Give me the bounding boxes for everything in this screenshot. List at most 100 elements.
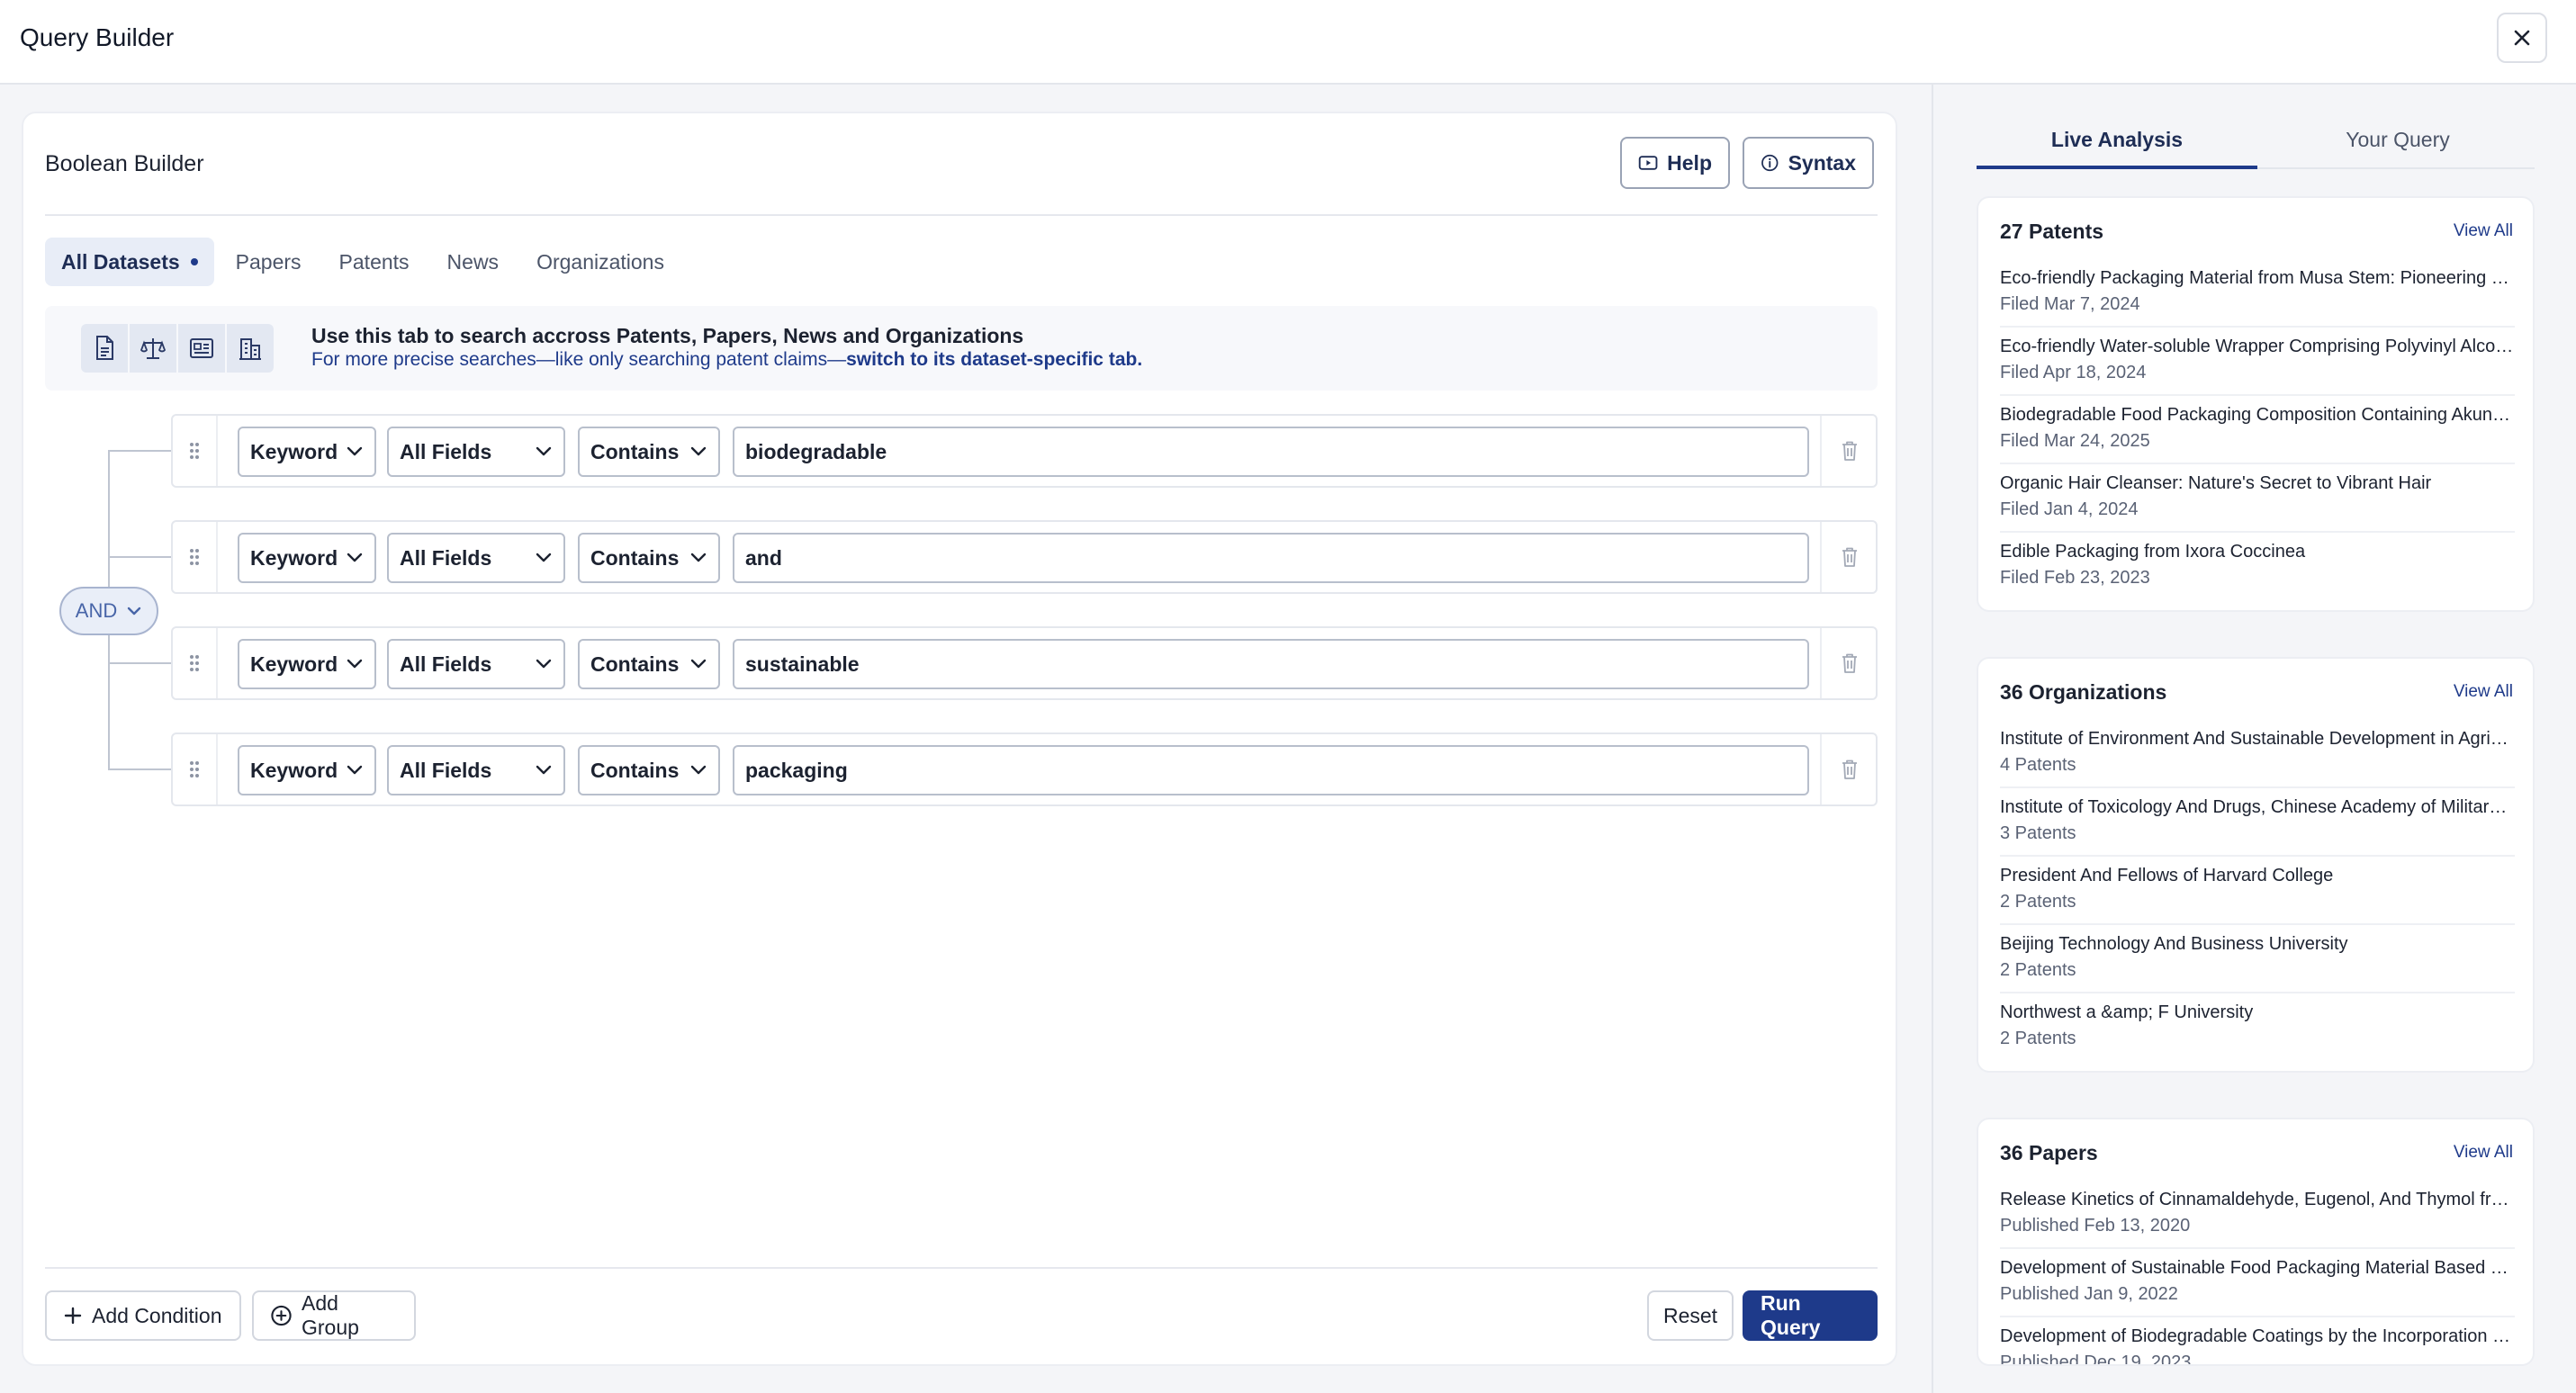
trash-icon — [1842, 547, 1857, 567]
list-item[interactable]: President And Fellows of Harvard College… — [2000, 857, 2515, 925]
condition-operator-select[interactable]: Contains — [578, 745, 720, 795]
close-button[interactable] — [2497, 13, 2547, 63]
item-title: Eco-friendly Water-soluble Wrapper Compr… — [2000, 337, 2515, 356]
dataset-tab-link[interactable]: switch to its dataset-specific tab. — [846, 349, 1142, 370]
tab-label: Organizations — [536, 249, 664, 274]
item-subtitle: 2 Patents — [2000, 1029, 2076, 1048]
list-item[interactable]: Beijing Technology And Business Universi… — [2000, 925, 2515, 993]
tab-news[interactable]: News — [431, 238, 516, 286]
delete-condition-button[interactable] — [1820, 628, 1878, 698]
select-value: All Fields — [400, 545, 492, 570]
help-button[interactable]: Help — [1620, 137, 1730, 189]
item-subtitle: Filed Apr 18, 2024 — [2000, 363, 2147, 382]
patents-list: Eco-friendly Packaging Material from Mus… — [2000, 259, 2515, 601]
chevron-down-icon — [536, 553, 552, 562]
drag-handle[interactable] — [173, 522, 218, 592]
item-subtitle: Published Jan 9, 2022 — [2000, 1284, 2178, 1304]
drag-handle[interactable] — [173, 628, 218, 698]
condition-type-select[interactable]: Keyword — [238, 745, 376, 795]
select-value: All Fields — [400, 652, 492, 676]
select-value: Keyword — [250, 758, 338, 782]
condition-type-select[interactable]: Keyword — [238, 639, 376, 689]
group-operator-select[interactable]: AND — [59, 587, 158, 635]
condition-value-input[interactable] — [733, 745, 1809, 795]
trash-icon — [1842, 441, 1857, 461]
close-icon — [2514, 30, 2530, 46]
condition-field-select[interactable]: All Fields — [387, 533, 565, 583]
list-item[interactable]: Development of Sustainable Food Packagin… — [2000, 1249, 2515, 1317]
list-item[interactable]: Institute of Toxicology And Drugs, Chine… — [2000, 788, 2515, 857]
view-all-patents-link[interactable]: View All — [2454, 221, 2513, 241]
condition-type-select[interactable]: Keyword — [238, 427, 376, 477]
item-title: Organic Hair Cleanser: Nature's Secret t… — [2000, 473, 2432, 493]
info-title: Use this tab to search accross Patents, … — [311, 324, 1024, 347]
item-subtitle: Filed Mar 7, 2024 — [2000, 294, 2140, 314]
condition-value-input[interactable] — [733, 639, 1809, 689]
view-all-papers-link[interactable]: View All — [2454, 1143, 2513, 1163]
list-item[interactable]: Development of Biodegradable Coatings by… — [2000, 1317, 2515, 1364]
select-value: Contains — [590, 439, 680, 463]
item-subtitle: Filed Mar 24, 2025 — [2000, 431, 2150, 451]
chevron-down-icon — [347, 765, 363, 775]
condition-operator-select[interactable]: Contains — [578, 639, 720, 689]
drag-handle[interactable] — [173, 734, 218, 804]
condition-row: Keyword All Fields Contains — [171, 414, 1878, 488]
help-label: Help — [1667, 150, 1712, 175]
building-icon — [227, 324, 274, 373]
papers-card: 36 Papers View All Release Kinetics of C… — [1977, 1118, 2535, 1366]
select-value: Keyword — [250, 439, 338, 463]
tab-live-analysis[interactable]: Live Analysis — [1977, 119, 2257, 169]
condition-value-input[interactable] — [733, 533, 1809, 583]
info-icon — [1761, 154, 1779, 172]
run-query-button[interactable]: Run Query — [1743, 1290, 1878, 1341]
condition-value-input[interactable] — [733, 427, 1809, 477]
tab-your-query[interactable]: Your Query — [2257, 119, 2538, 169]
select-value: All Fields — [400, 758, 492, 782]
add-group-button[interactable]: Add Group — [252, 1290, 416, 1341]
list-item[interactable]: Organic Hair Cleanser: Nature's Secret t… — [2000, 464, 2515, 533]
add-group-label: Add Group — [302, 1291, 359, 1339]
item-subtitle: Published Feb 13, 2020 — [2000, 1216, 2191, 1236]
syntax-button[interactable]: Syntax — [1743, 137, 1874, 189]
select-value: All Fields — [400, 439, 492, 463]
tab-patents[interactable]: Patents — [323, 238, 426, 286]
view-all-organizations-link[interactable]: View All — [2454, 682, 2513, 702]
add-condition-button[interactable]: Add Condition — [45, 1290, 241, 1341]
chevron-down-icon — [690, 659, 707, 669]
select-value: Keyword — [250, 545, 338, 570]
select-value: Contains — [590, 652, 680, 676]
boolean-builder-panel: Boolean Builder Help Syntax All Datasets… — [22, 112, 1897, 1366]
delete-condition-button[interactable] — [1820, 734, 1878, 804]
reset-button[interactable]: Reset — [1647, 1290, 1734, 1341]
list-item[interactable]: Release Kinetics of Cinnamaldehyde, Euge… — [2000, 1181, 2515, 1249]
condition-operator-select[interactable]: Contains — [578, 533, 720, 583]
window-title: Query Builder — [20, 23, 175, 51]
list-item[interactable]: Edible Packaging from Ixora Coccinea File… — [2000, 533, 2515, 601]
papers-count: 36 Papers — [2000, 1141, 2098, 1164]
tab-all-datasets[interactable]: All Datasets — [45, 238, 214, 286]
select-value: Contains — [590, 545, 680, 570]
condition-field-select[interactable]: All Fields — [387, 639, 565, 689]
delete-condition-button[interactable] — [1820, 522, 1878, 592]
item-subtitle: 3 Patents — [2000, 823, 2076, 843]
condition-type-select[interactable]: Keyword — [238, 533, 376, 583]
condition-field-select[interactable]: All Fields — [387, 427, 565, 477]
drag-handle[interactable] — [173, 416, 218, 486]
list-item[interactable]: Institute of Environment And Sustainable… — [2000, 720, 2515, 788]
item-title: Northwest a &amp; F University — [2000, 1002, 2254, 1022]
plus-icon — [64, 1307, 82, 1325]
condition-field-select[interactable]: All Fields — [387, 745, 565, 795]
tab-label: All Datasets — [61, 249, 180, 274]
item-subtitle: Filed Jan 4, 2024 — [2000, 499, 2139, 519]
condition-row: Keyword All Fields Contains — [171, 626, 1878, 700]
list-item[interactable]: Northwest a &amp; F University 2 Patents — [2000, 993, 2515, 1062]
tab-papers[interactable]: Papers — [220, 238, 318, 286]
list-item[interactable]: Eco-friendly Water-soluble Wrapper Compr… — [2000, 328, 2515, 396]
syntax-label: Syntax — [1788, 150, 1856, 175]
tab-organizations[interactable]: Organizations — [520, 238, 680, 286]
delete-condition-button[interactable] — [1820, 416, 1878, 486]
list-item[interactable]: Biodegradable Food Packaging Composition… — [2000, 396, 2515, 464]
chevron-down-icon — [347, 659, 363, 669]
condition-operator-select[interactable]: Contains — [578, 427, 720, 477]
list-item[interactable]: Eco-friendly Packaging Material from Mus… — [2000, 259, 2515, 328]
